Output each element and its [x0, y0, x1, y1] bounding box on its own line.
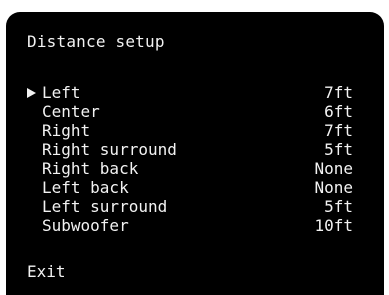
menu-item-label: Right: [42, 121, 91, 140]
menu-item-value: None: [314, 178, 353, 197]
menu-item-value: 6ft: [324, 102, 353, 121]
menu-item-left-back[interactable]: Left back None: [27, 178, 353, 197]
menu-item-value: 10ft: [314, 216, 353, 235]
menu-item-value: 5ft: [324, 140, 353, 159]
menu-item-right[interactable]: Right 7ft: [27, 121, 353, 140]
page-title: Distance setup: [27, 32, 165, 51]
menu-item-right-surround[interactable]: Right surround 5ft: [27, 140, 353, 159]
menu-item-label: Subwoofer: [42, 216, 129, 235]
menu-item-label: Left surround: [42, 197, 168, 216]
menu-item-label: Center: [42, 102, 100, 121]
menu-item-center[interactable]: Center 6ft: [27, 102, 353, 121]
distance-menu: Left 7ft Center 6ft Right 7ft Right surr…: [27, 83, 353, 235]
menu-item-left-surround[interactable]: Left surround 5ft: [27, 197, 353, 216]
menu-item-label: Left back: [42, 178, 129, 197]
menu-item-value: 7ft: [324, 83, 353, 102]
menu-item-label: Right surround: [42, 140, 177, 159]
cursor-arrow-icon: [27, 88, 36, 98]
menu-item-subwoofer[interactable]: Subwoofer 10ft: [27, 216, 353, 235]
menu-item-value: 7ft: [324, 121, 353, 140]
osd-screen: Distance setup Left 7ft Center 6ft Right…: [6, 12, 384, 295]
menu-item-right-back[interactable]: Right back None: [27, 159, 353, 178]
menu-item-value: None: [314, 159, 353, 178]
menu-item-label: Left: [42, 83, 81, 102]
menu-item-label: Right back: [42, 159, 139, 178]
exit-menu-item[interactable]: Exit: [27, 262, 66, 282]
menu-item-value: 5ft: [324, 197, 353, 216]
menu-item-left[interactable]: Left 7ft: [27, 83, 353, 102]
